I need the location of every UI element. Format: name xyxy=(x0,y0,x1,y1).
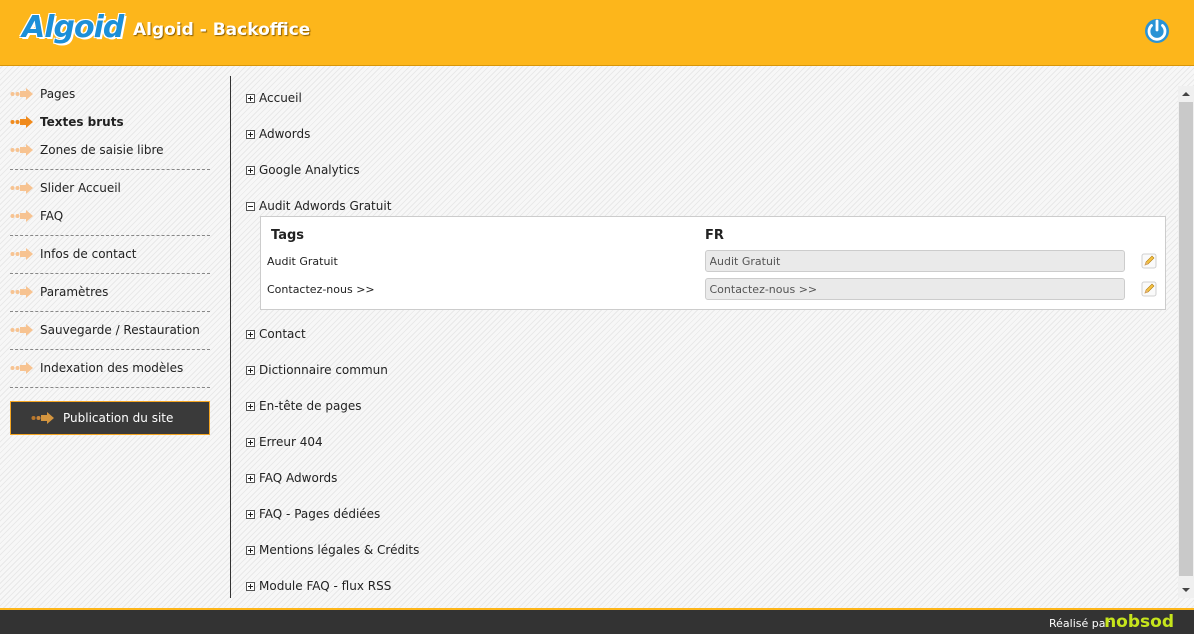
expand-icon[interactable] xyxy=(246,365,255,375)
sidebar-nav: Pages Textes bruts Zones de saisie libre Sl… xyxy=(10,80,210,435)
sidebar-item[interactable]: Paramètres xyxy=(10,278,210,306)
arrow-icon xyxy=(10,324,33,336)
section-toggle[interactable]: Adwords xyxy=(246,116,1168,152)
arrow-icon xyxy=(10,210,33,222)
expand-icon[interactable] xyxy=(246,401,255,411)
translation-field[interactable] xyxy=(704,278,1126,300)
vertical-divider xyxy=(230,76,231,598)
arrow-icon xyxy=(10,286,33,298)
credit-text: Réalisé par xyxy=(1048,617,1110,630)
sidebar-item[interactable]: Indexation des modèles xyxy=(10,354,210,382)
expand-icon[interactable] xyxy=(246,473,255,483)
section-title: FAQ Adwords xyxy=(259,471,338,485)
section-toggle[interactable]: FAQ - Pages dédiées xyxy=(246,496,1168,532)
scroll-down-icon[interactable] xyxy=(1178,582,1194,598)
scroll-up-icon[interactable] xyxy=(1178,86,1194,102)
section-toggle[interactable]: Contact xyxy=(246,316,1168,352)
menu-group: Pages Textes bruts Zones de saisie libre xyxy=(10,80,210,170)
sidebar-item-label: Indexation des modèles xyxy=(40,361,184,375)
expand-icon[interactable] xyxy=(246,509,255,519)
pencil-icon[interactable] xyxy=(1141,253,1157,269)
sidebar-item-label: Infos de contact xyxy=(40,247,137,261)
sidebar-item-label: Paramètres xyxy=(40,285,109,299)
sidebar-item[interactable]: Zones de saisie libre xyxy=(10,136,210,164)
arrow-icon xyxy=(31,412,54,424)
section-title: Accueil xyxy=(259,91,302,105)
nobsod-logo[interactable]: nobsod xyxy=(1104,612,1174,632)
section-toggle[interactable]: FAQ Adwords xyxy=(246,460,1168,496)
section-toggle[interactable]: Module FAQ - flux RSS xyxy=(246,568,1168,604)
vertical-scrollbar[interactable] xyxy=(1178,86,1194,598)
section-title: En-tête de pages xyxy=(259,399,362,413)
power-icon[interactable] xyxy=(1142,14,1172,46)
section-title: Contact xyxy=(259,327,306,341)
arrow-icon xyxy=(10,144,33,156)
sidebar-item-label: Pages xyxy=(40,87,76,101)
scroll-thumb[interactable] xyxy=(1179,102,1193,576)
section-title: Mentions légales & Crédits xyxy=(259,543,420,557)
main-content: Accueil Adwords Google Analytics Audit Adw… xyxy=(246,80,1168,604)
tag-label: Contactez-nous >> xyxy=(267,282,375,296)
section-toggle[interactable]: Accueil xyxy=(246,80,1168,116)
arrow-icon xyxy=(10,116,33,128)
sidebar-item-label: Textes bruts xyxy=(40,115,124,129)
sidebar-item[interactable]: Pages xyxy=(10,80,210,108)
section-toggle[interactable]: Erreur 404 xyxy=(246,424,1168,460)
sidebar-item[interactable]: Infos de contact xyxy=(10,240,210,268)
menu-group: Paramètres xyxy=(10,274,210,312)
menu-group: Sauvegarde / Restauration xyxy=(10,312,210,350)
expand-icon[interactable] xyxy=(246,329,255,339)
footer: Réalisé par nobsod xyxy=(0,608,1194,634)
arrow-icon xyxy=(10,182,33,194)
algoid-logo[interactable]: Algoid xyxy=(22,10,124,45)
sidebar-item[interactable]: Slider Accueil xyxy=(10,174,210,202)
arrow-icon xyxy=(10,248,33,260)
section-title: Google Analytics xyxy=(259,163,360,177)
section-toggle[interactable]: Mentions légales & Crédits xyxy=(246,532,1168,568)
menu-group: Indexation des modèles xyxy=(10,350,210,388)
publish-label: Publication du site xyxy=(63,411,174,425)
sidebar-item-label: Zones de saisie libre xyxy=(40,143,164,157)
app-title: Algoid - Backoffice xyxy=(133,20,311,40)
table-row: Audit Gratuit xyxy=(267,247,1157,275)
section-title: FAQ - Pages dédiées xyxy=(259,507,381,521)
arrow-icon xyxy=(10,362,33,374)
menu-group: Infos de contact xyxy=(10,236,210,274)
arrow-icon xyxy=(10,88,33,100)
collapse-icon[interactable] xyxy=(246,201,255,211)
publish-site-button[interactable]: Publication du site xyxy=(10,401,210,435)
section-title: Module FAQ - flux RSS xyxy=(259,579,392,593)
sidebar-item-label: Slider Accueil xyxy=(40,181,121,195)
section-title: Erreur 404 xyxy=(259,435,323,449)
sidebar-item-label: Sauvegarde / Restauration xyxy=(40,323,200,337)
tags-column-header: Tags xyxy=(271,227,305,243)
tag-label: Audit Gratuit xyxy=(267,254,338,268)
section-title: Audit Adwords Gratuit xyxy=(259,199,392,213)
menu-group: Slider Accueil FAQ xyxy=(10,170,210,236)
expand-icon[interactable] xyxy=(246,545,255,555)
expand-icon[interactable] xyxy=(246,93,255,103)
section-title: Adwords xyxy=(259,127,311,141)
expand-icon[interactable] xyxy=(246,581,255,591)
table-row: Contactez-nous >> xyxy=(267,275,1157,303)
expand-icon[interactable] xyxy=(246,165,255,175)
translation-field[interactable] xyxy=(704,250,1126,272)
pencil-icon[interactable] xyxy=(1141,281,1157,297)
sidebar-item-label: FAQ xyxy=(40,209,64,223)
expand-icon[interactable] xyxy=(246,129,255,139)
sidebar-item[interactable]: FAQ xyxy=(10,202,210,230)
expand-icon[interactable] xyxy=(246,437,255,447)
section-toggle[interactable]: En-tête de pages xyxy=(246,388,1168,424)
sidebar-item[interactable]: Sauvegarde / Restauration xyxy=(10,316,210,344)
section-toggle[interactable]: Dictionnaire commun xyxy=(246,352,1168,388)
section-toggle[interactable]: Google Analytics xyxy=(246,152,1168,188)
panel-header: Tags FR xyxy=(267,223,1157,247)
section-panel: Tags FR Audit Gratuit Contactez-nous >> xyxy=(260,216,1166,310)
section-title: Dictionnaire commun xyxy=(259,363,388,377)
sidebar-item[interactable]: Textes bruts xyxy=(10,108,210,136)
fr-column-header: FR xyxy=(705,227,724,243)
header: Algoid Algoid - Backoffice xyxy=(0,0,1194,66)
